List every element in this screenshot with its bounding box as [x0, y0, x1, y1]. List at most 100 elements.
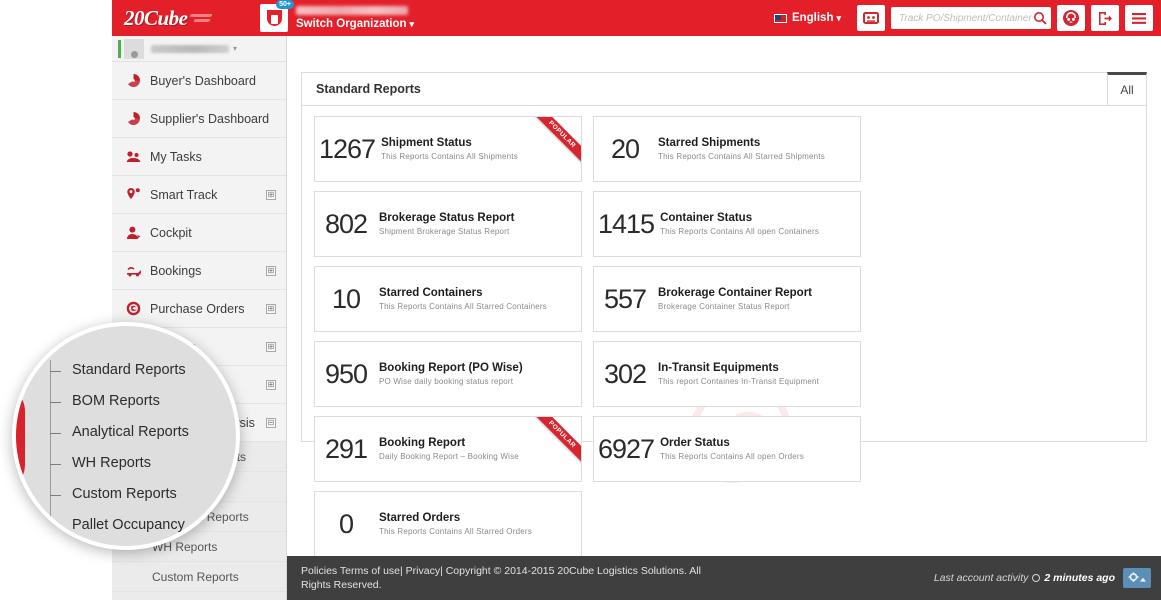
page-title: Standard Reports — [316, 82, 421, 96]
expand-toggle-icon[interactable]: ⊟ — [266, 417, 276, 428]
expand-toggle-icon[interactable]: ⊞ — [266, 341, 276, 352]
chevron-down-icon: ▾ — [836, 12, 841, 23]
magnified-sidebar-subitem[interactable]: Custom Reports — [72, 486, 177, 502]
language-selector[interactable]: English ▾ — [773, 12, 841, 24]
brand-logo[interactable]: 20Cube — [112, 6, 232, 31]
logout-icon — [1099, 11, 1112, 25]
track-search-box[interactable] — [891, 7, 1051, 29]
sidebar-item-my-tasks[interactable]: My Tasks — [112, 138, 286, 176]
sidebar-item-label: Smart Track — [150, 187, 218, 202]
report-card-texts: Starred Containers This Reports Contains … — [377, 287, 555, 311]
last-account-activity: Last account activity 2 minutes ago — [934, 572, 1115, 584]
top-header-bar: 20Cube 50+ Switch Organization ▾ English … — [112, 0, 1161, 36]
report-card-title: Order Status — [660, 437, 730, 449]
location-pin-icon — [126, 187, 148, 202]
report-card-count: 6927 — [598, 433, 655, 464]
report-card-booking-report[interactable]: 291 Booking Report Daily Booking Report – … — [314, 416, 582, 482]
app-root: 20Cube 50+ Switch Organization ▾ English … — [0, 0, 1161, 600]
sidebar-item-smart-track[interactable]: Smart Track ⊞ — [112, 176, 286, 214]
report-card-booking-report-po-wise[interactable]: 950 Booking Report (PO Wise) PO Wise daily… — [314, 341, 582, 407]
booking-icon — [126, 265, 148, 277]
report-card-subtitle: This Reports Contains All open Orders — [660, 452, 804, 461]
tab-all[interactable]: All — [1107, 72, 1147, 106]
report-card-title: Starred Orders — [379, 512, 461, 524]
search-input[interactable] — [899, 12, 1033, 24]
magnified-sidebar-subitem[interactable]: Pallet Occupancy — [72, 517, 185, 533]
report-card-shipment-status[interactable]: 1267 Shipment Status This Reports Contains… — [314, 116, 582, 182]
sidebar-item-label: Bookings — [150, 263, 202, 278]
report-card-texts: In-Transit Equipments This report Contain… — [656, 362, 827, 386]
gear-icon — [1128, 572, 1146, 582]
magnifier-tree-tick — [50, 495, 61, 496]
sidebar-subitem-custom-reports[interactable]: Custom Reports — [112, 562, 286, 592]
expand-toggle-icon[interactable]: ⊞ — [266, 265, 276, 276]
magnified-sidebar-subitem[interactable]: Standard Reports — [72, 362, 186, 378]
report-card-texts: Container Status This Reports Contains Al… — [658, 212, 827, 236]
magnified-sidebar-subitem[interactable]: Analytical Reports — [72, 424, 189, 440]
report-card-texts: Booking Report Daily Booking Report – Boo… — [377, 437, 527, 461]
report-card-texts: Starred Shipments This Reports Contains A… — [656, 137, 833, 161]
report-card-container-status[interactable]: 1415 Container Status This Reports Contain… — [593, 191, 861, 257]
expand-toggle-icon[interactable]: ⊞ — [266, 303, 276, 314]
switch-organization-label: Switch Organization — [296, 18, 407, 30]
reports-card-grid: 1267 Shipment Status This Reports Contains… — [302, 106, 1146, 567]
sidebar-item-label: Buyer's Dashboard — [150, 73, 256, 88]
expand-toggle-icon[interactable]: ⊞ — [266, 189, 276, 200]
popular-ribbon: POPULAR — [525, 417, 581, 473]
magnified-sidebar-subitem[interactable]: WH Reports — [72, 455, 151, 471]
organization-block[interactable]: 50+ Switch Organization ▾ — [260, 0, 414, 32]
sidebar-item-bookings[interactable]: Bookings ⊞ — [112, 252, 286, 290]
report-card-subtitle: This Reports Contains All Shipments — [381, 152, 518, 161]
report-card-starred-orders[interactable]: 0 Starred Orders This Reports Contains All… — [314, 491, 582, 557]
report-card-subtitle: This Reports Contains All Starred Shipme… — [658, 152, 825, 161]
chevron-down-icon: ▾ — [409, 19, 415, 29]
settings-shortcut-button[interactable] — [1123, 568, 1151, 588]
report-card-texts: Shipment Status This Reports Contains All… — [379, 137, 526, 161]
magnifier-red-accent — [16, 398, 25, 478]
magnified-sidebar-subitem[interactable]: BOM Reports — [72, 393, 160, 409]
report-card-texts: Brokerage Container Report Brokerage Cont… — [656, 287, 820, 311]
support-agent-button[interactable] — [1057, 5, 1085, 31]
header-actions: English ▾ — [773, 5, 1161, 31]
report-card-starred-containers[interactable]: 10 Starred Containers This Reports Contain… — [314, 266, 582, 332]
switch-organization-button[interactable]: Switch Organization ▾ — [296, 18, 414, 30]
report-card-starred-shipments[interactable]: 20 Starred Shipments This Reports Contains… — [593, 116, 861, 182]
dashboard-icon — [126, 111, 148, 126]
report-card-brokerage-status-report[interactable]: 802 Brokerage Status Report Shipment Broke… — [314, 191, 582, 257]
logout-button[interactable] — [1091, 5, 1119, 31]
report-card-order-status[interactable]: 6927 Order Status This Reports Contains Al… — [593, 416, 861, 482]
magnifier-tree-tick — [50, 433, 61, 434]
sidebar-item-buyer-s-dashboard[interactable]: Buyer's Dashboard — [112, 62, 286, 100]
sidebar-item-cockpit[interactable]: Cockpit — [112, 214, 286, 252]
report-card-in-transit-equipments[interactable]: 302 In-Transit Equipments This report Cont… — [593, 341, 861, 407]
report-card-title: Starred Shipments — [658, 137, 761, 149]
footer: Policies Terms of use| Privacy| Copyrigh… — [287, 556, 1161, 600]
report-card-count: 802 — [324, 208, 368, 239]
menu-button[interactable] — [1125, 5, 1153, 31]
report-card-count: 950 — [324, 358, 368, 389]
chat-bot-button[interactable] — [857, 5, 885, 31]
organization-name-redacted — [296, 6, 408, 15]
sidebar-item-supplier-s-dashboard[interactable]: Supplier's Dashboard — [112, 100, 286, 138]
report-card-texts: Order Status This Reports Contains All op… — [658, 437, 812, 461]
report-card-subtitle: This report Containes In-Transit Equipme… — [658, 377, 820, 386]
report-card-brokerage-container-report[interactable]: 557 Brokerage Container Report Brokerage C… — [593, 266, 861, 332]
main-content: Standard Reports All 1267 Shipment Status… — [287, 36, 1161, 600]
sidebar-user-selector[interactable]: ▾ — [112, 36, 286, 62]
sidebar-subitem-label: Custom Reports — [152, 569, 239, 584]
magnifier-content: Standard Reports BOM Reports Analytical Re… — [16, 326, 236, 546]
last-activity-value: 2 minutes ago — [1044, 572, 1115, 584]
clock-icon — [1032, 574, 1041, 582]
sidebar-item-label: Purchase Orders — [150, 301, 245, 316]
magnifier-tree-tick — [50, 526, 61, 527]
search-icon — [1034, 12, 1047, 25]
report-card-title: Shipment Status — [381, 137, 472, 149]
sidebar-subitem-pallet-occupancy[interactable]: Pallet Occupancy — [112, 592, 286, 600]
report-card-subtitle: This Reports Contains All Starred Orders — [379, 527, 532, 536]
expand-toggle-icon[interactable]: ⊞ — [266, 379, 276, 390]
magnifier-overlay: Standard Reports BOM Reports Analytical Re… — [12, 322, 240, 550]
tasks-icon — [126, 150, 148, 163]
report-card-subtitle: Brokerage Container Status Report — [658, 302, 790, 311]
report-card-subtitle: Daily Booking Report – Booking Wise — [379, 452, 519, 461]
report-card-subtitle: Shipment Brokerage Status Report — [379, 227, 510, 236]
